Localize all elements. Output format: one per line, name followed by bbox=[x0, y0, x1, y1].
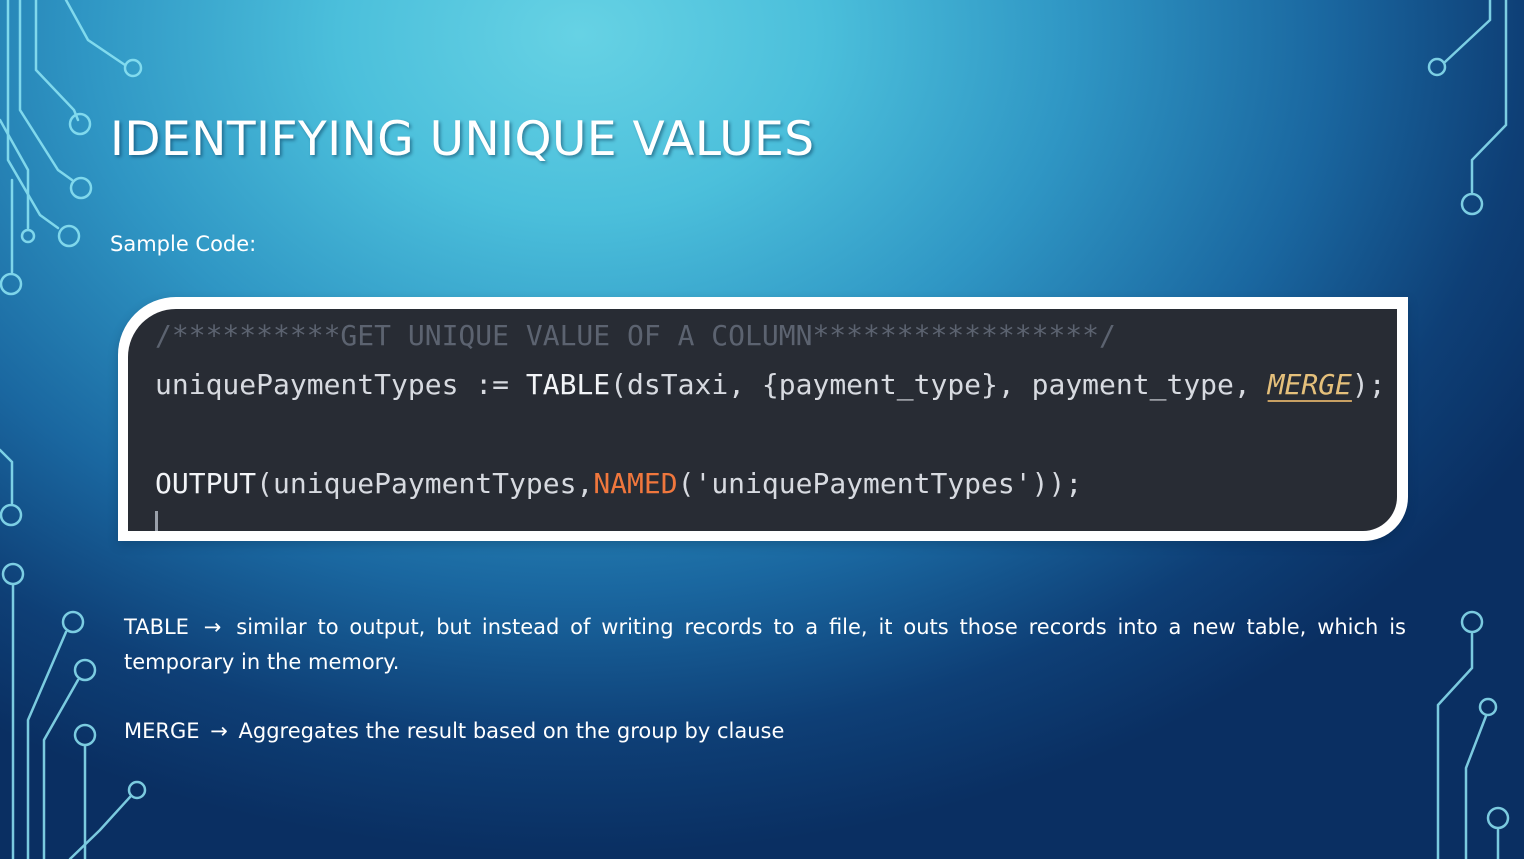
code-table-args: (dsTaxi, {payment_type}, payment_type, bbox=[610, 368, 1268, 401]
code-output-arg: (uniquePaymentTypes, bbox=[256, 467, 594, 500]
code-table-function: TABLE bbox=[525, 368, 611, 401]
note-text: Aggregates the result based on the group… bbox=[238, 719, 785, 743]
note-term: MERGE bbox=[124, 719, 200, 743]
note-text: similar to output, but instead of writin… bbox=[124, 615, 1406, 674]
code-comment-line: /**********GET UNIQUE VALUE OF A COLUMN*… bbox=[155, 319, 1116, 352]
code-line-end: ); bbox=[1351, 368, 1386, 401]
note-table: TABLE → similar to output, but instead o… bbox=[124, 610, 1406, 680]
text-cursor bbox=[155, 511, 158, 531]
code-merge-flag: MERGE bbox=[1267, 368, 1352, 401]
note-term: TABLE bbox=[124, 615, 189, 639]
code-output-function: OUTPUT bbox=[155, 467, 257, 500]
code-frame: /**********GET UNIQUE VALUE OF A COLUMN*… bbox=[118, 297, 1408, 541]
arrow-right-icon: → bbox=[210, 719, 228, 743]
arrow-right-icon: → bbox=[203, 615, 222, 639]
sample-code-label: Sample Code: bbox=[110, 232, 257, 256]
code-variable: uniquePaymentTypes := bbox=[155, 368, 526, 401]
code-named-function: NAMED bbox=[593, 467, 678, 500]
code-named-arg: ('uniquePaymentTypes')); bbox=[677, 467, 1083, 500]
slide-title: IDENTIFYING UNIQUE VALUES bbox=[110, 112, 815, 167]
note-merge: MERGE → Aggregates the result based on t… bbox=[124, 714, 1406, 749]
code-output-line: OUTPUT(uniquePaymentTypes,NAMED('uniqueP… bbox=[155, 467, 1082, 500]
code-table-line: uniquePaymentTypes := TABLE(dsTaxi, {pay… bbox=[155, 368, 1386, 401]
code-block: /**********GET UNIQUE VALUE OF A COLUMN*… bbox=[128, 309, 1397, 531]
